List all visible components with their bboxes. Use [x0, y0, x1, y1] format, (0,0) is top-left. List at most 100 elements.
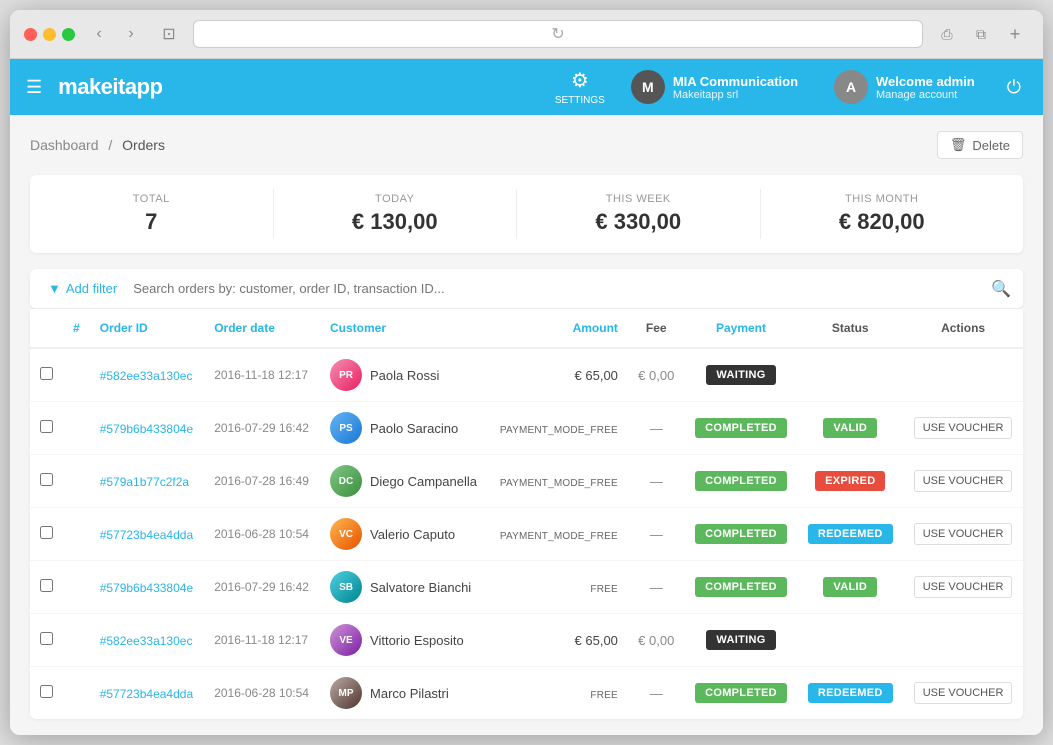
col-header-check: [30, 309, 63, 348]
menu-icon[interactable]: ☰: [26, 77, 42, 98]
amount-cell: FREE: [489, 667, 628, 720]
search-button[interactable]: 🔍: [991, 279, 1011, 299]
nav-buttons: ‹ ›: [85, 20, 145, 48]
gear-icon: ⚙: [571, 68, 589, 93]
col-header-payment[interactable]: Payment: [685, 309, 798, 348]
payment-cell: COMPLETED: [685, 508, 798, 561]
new-tab-button[interactable]: +: [1001, 20, 1029, 48]
use-voucher-button[interactable]: USE VOUCHER: [914, 470, 1013, 492]
search-input[interactable]: [133, 281, 981, 296]
logout-icon[interactable]: ⏻: [1001, 71, 1027, 104]
col-header-hash[interactable]: #: [63, 309, 90, 348]
payment-mode-tag: PAYMENT_MODE_FREE: [500, 425, 618, 436]
browser-window: ‹ › ⊡ ↻ ⎙ ⧉ + ☰ makeitapp ⚙ SETTINGS M M…: [10, 10, 1043, 735]
payment-mode-tag: PAYMENT_MODE_FREE: [500, 478, 618, 489]
breadcrumb-current: Orders: [122, 137, 165, 153]
col-header-date[interactable]: Order date: [204, 309, 320, 348]
stat-today-value: € 130,00: [294, 209, 497, 235]
delete-label: Delete: [972, 138, 1010, 153]
order-id-cell: #579b6b433804e: [90, 561, 205, 614]
row-index: [63, 561, 90, 614]
actions-cell: USE VOUCHER: [903, 667, 1023, 720]
fee-cell: —: [628, 561, 685, 614]
status-badge: VALID: [823, 577, 877, 597]
add-filter-button[interactable]: ▼ Add filter: [42, 277, 123, 300]
order-id-link[interactable]: #57723b4ea4dda: [100, 528, 193, 542]
order-date-cell: 2016-07-28 16:49: [204, 455, 320, 508]
order-id-link[interactable]: #579a1b77c2f2a: [100, 475, 189, 489]
fee-cell: —: [628, 455, 685, 508]
order-id-link[interactable]: #579b6b433804e: [100, 422, 193, 436]
col-header-customer[interactable]: Customer: [320, 309, 489, 348]
col-header-status[interactable]: Status: [797, 309, 903, 348]
admin-info: Welcome admin Manage account: [876, 74, 975, 101]
forward-button[interactable]: ›: [117, 20, 145, 48]
admin-avatar: A: [834, 70, 868, 104]
use-voucher-button[interactable]: USE VOUCHER: [914, 417, 1013, 439]
company-profile[interactable]: M MIA Communication Makeitapp srl: [621, 64, 808, 110]
amount-cell: PAYMENT_MODE_FREE: [489, 455, 628, 508]
use-voucher-button[interactable]: USE VOUCHER: [914, 523, 1013, 545]
admin-profile[interactable]: A Welcome admin Manage account: [824, 64, 985, 110]
row-checkbox[interactable]: [40, 473, 53, 486]
order-date-cell: 2016-07-29 16:42: [204, 402, 320, 455]
row-checkbox[interactable]: [40, 579, 53, 592]
payment-cell: COMPLETED: [685, 667, 798, 720]
payment-cell: COMPLETED: [685, 402, 798, 455]
row-index: [63, 614, 90, 667]
stat-week: THIS WEEK € 330,00: [517, 189, 761, 239]
order-date-cell: 2016-06-28 10:54: [204, 508, 320, 561]
fee-cell: € 0,00: [628, 614, 685, 667]
customer-name: Vittorio Esposito: [370, 633, 464, 648]
status-cell: [797, 614, 903, 667]
sidebar-toggle-button[interactable]: ⊡: [155, 20, 183, 48]
minimize-button[interactable]: [43, 28, 56, 41]
customer-avatar: VC: [330, 518, 362, 550]
order-id-link[interactable]: #582ee33a130ec: [100, 634, 193, 648]
actions-cell: USE VOUCHER: [903, 508, 1023, 561]
col-header-orderid[interactable]: Order ID: [90, 309, 205, 348]
amount-cell: PAYMENT_MODE_FREE: [489, 402, 628, 455]
share-button[interactable]: ⎙: [933, 20, 961, 48]
breadcrumb-parent[interactable]: Dashboard: [30, 137, 99, 153]
main-content: Dashboard / Orders 🗑 Delete TOTAL 7 TODA…: [10, 115, 1043, 735]
row-checkbox[interactable]: [40, 526, 53, 539]
filters-row: ▼ Add filter 🔍: [30, 269, 1023, 309]
order-id-cell: #582ee33a130ec: [90, 614, 205, 667]
close-button[interactable]: [24, 28, 37, 41]
delete-button[interactable]: 🗑 Delete: [937, 131, 1023, 159]
col-header-amount[interactable]: Amount: [489, 309, 628, 348]
row-checkbox[interactable]: [40, 632, 53, 645]
breadcrumb: Dashboard / Orders: [30, 137, 165, 153]
back-button[interactable]: ‹: [85, 20, 113, 48]
actions-cell: [903, 614, 1023, 667]
order-id-link[interactable]: #57723b4ea4dda: [100, 687, 193, 701]
use-voucher-button[interactable]: USE VOUCHER: [914, 576, 1013, 598]
amount-cell: € 65,00: [489, 348, 628, 402]
actions-cell: USE VOUCHER: [903, 561, 1023, 614]
table-row: #582ee33a130ec2016-11-18 12:17VEVittorio…: [30, 614, 1023, 667]
admin-name: Welcome admin: [876, 74, 975, 89]
payment-mode-tag: FREE: [590, 690, 617, 701]
payment-badge: WAITING: [706, 630, 775, 650]
use-voucher-button[interactable]: USE VOUCHER: [914, 682, 1013, 704]
status-cell: VALID: [797, 402, 903, 455]
order-id-link[interactable]: #582ee33a130ec: [100, 369, 193, 383]
stat-week-value: € 330,00: [537, 209, 740, 235]
maximize-button[interactable]: [62, 28, 75, 41]
order-id-link[interactable]: #579b6b433804e: [100, 581, 193, 595]
row-checkbox[interactable]: [40, 685, 53, 698]
url-bar[interactable]: ↻: [193, 20, 923, 48]
amount-cell: PAYMENT_MODE_FREE: [489, 508, 628, 561]
col-header-fee[interactable]: Fee: [628, 309, 685, 348]
stat-month-label: THIS MONTH: [781, 193, 984, 205]
settings-button[interactable]: ⚙ SETTINGS: [555, 68, 605, 106]
company-avatar: M: [631, 70, 665, 104]
amount-value: € 65,00: [575, 368, 618, 383]
customer-cell: PSPaolo Saracino: [320, 402, 489, 455]
row-checkbox[interactable]: [40, 420, 53, 433]
status-badge: REDEEMED: [808, 524, 893, 544]
row-checkbox[interactable]: [40, 367, 53, 380]
actions-cell: USE VOUCHER: [903, 402, 1023, 455]
duplicate-button[interactable]: ⧉: [967, 20, 995, 48]
